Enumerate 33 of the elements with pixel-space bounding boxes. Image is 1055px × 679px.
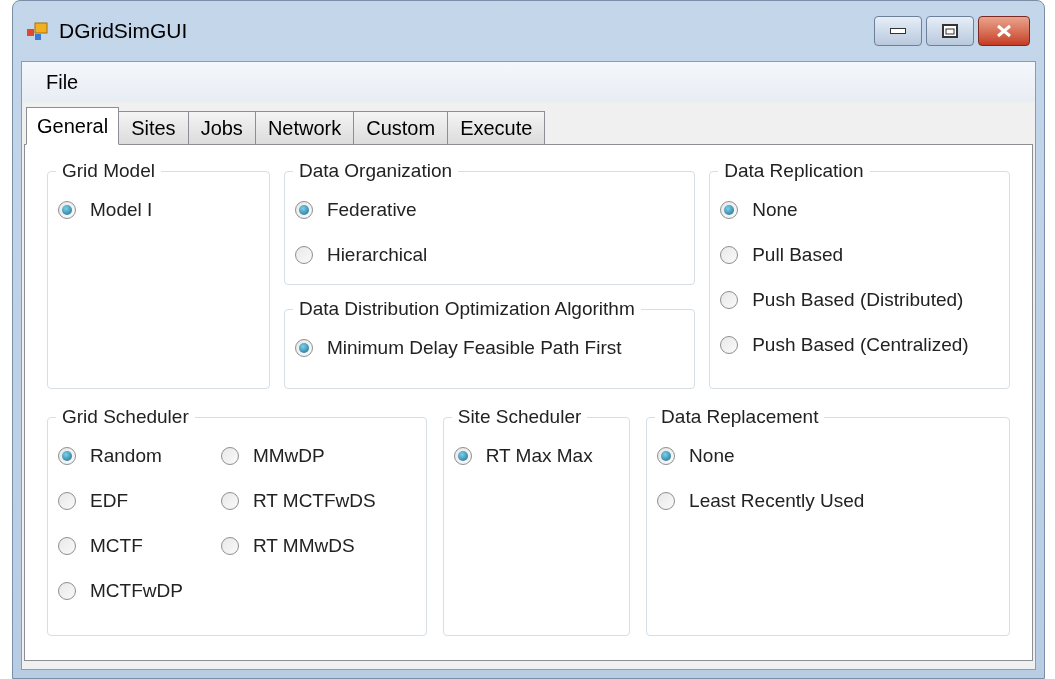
radio-button[interactable]: Federative bbox=[294, 198, 428, 222]
radio-button[interactable]: None bbox=[720, 198, 969, 222]
radio-button[interactable]: Model I bbox=[58, 198, 153, 222]
close-button[interactable] bbox=[978, 16, 1030, 46]
radio-button[interactable]: Random bbox=[58, 444, 183, 468]
radio-button[interactable]: EDF bbox=[58, 489, 183, 513]
radio-button[interactable]: Hierarchical bbox=[294, 243, 428, 267]
tab[interactable]: Sites bbox=[118, 111, 189, 144]
radio-button[interactable]: RT Max Max bbox=[453, 444, 593, 468]
tab[interactable]: General bbox=[26, 107, 120, 145]
radio-button[interactable]: Minimum Delay Feasible Path First bbox=[294, 336, 622, 360]
tab[interactable]: Jobs bbox=[187, 111, 256, 144]
radio-button[interactable]: Pull Based bbox=[720, 243, 969, 267]
restore-icon bbox=[942, 24, 958, 38]
radio-button[interactable]: Push Based (Distributed) bbox=[720, 288, 969, 312]
minimize-icon bbox=[890, 28, 906, 34]
tab[interactable]: Execute bbox=[447, 111, 546, 144]
tab[interactable]: Network bbox=[254, 111, 355, 144]
radio-button[interactable]: MMwDP bbox=[220, 444, 376, 468]
radio-button[interactable]: MCTFwDP bbox=[58, 579, 183, 603]
close-icon bbox=[996, 24, 1012, 38]
maximize-button[interactable] bbox=[926, 16, 974, 46]
radio-button[interactable]: Least Recently Used bbox=[657, 489, 865, 513]
radio-button[interactable]: RT MCTFwDS bbox=[220, 489, 376, 513]
radio-button[interactable]: None bbox=[657, 444, 865, 468]
app-icon bbox=[27, 21, 49, 41]
menu-item[interactable]: File bbox=[42, 67, 83, 97]
radio-button[interactable]: MCTF bbox=[58, 534, 183, 558]
radio-button[interactable]: RT MMwDS bbox=[220, 534, 376, 558]
window-title: DGridSimGUI bbox=[59, 18, 188, 45]
tab[interactable]: Custom bbox=[353, 111, 449, 144]
minimize-button[interactable] bbox=[874, 16, 922, 46]
radio-button[interactable]: Push Based (Centralized) bbox=[720, 333, 969, 357]
